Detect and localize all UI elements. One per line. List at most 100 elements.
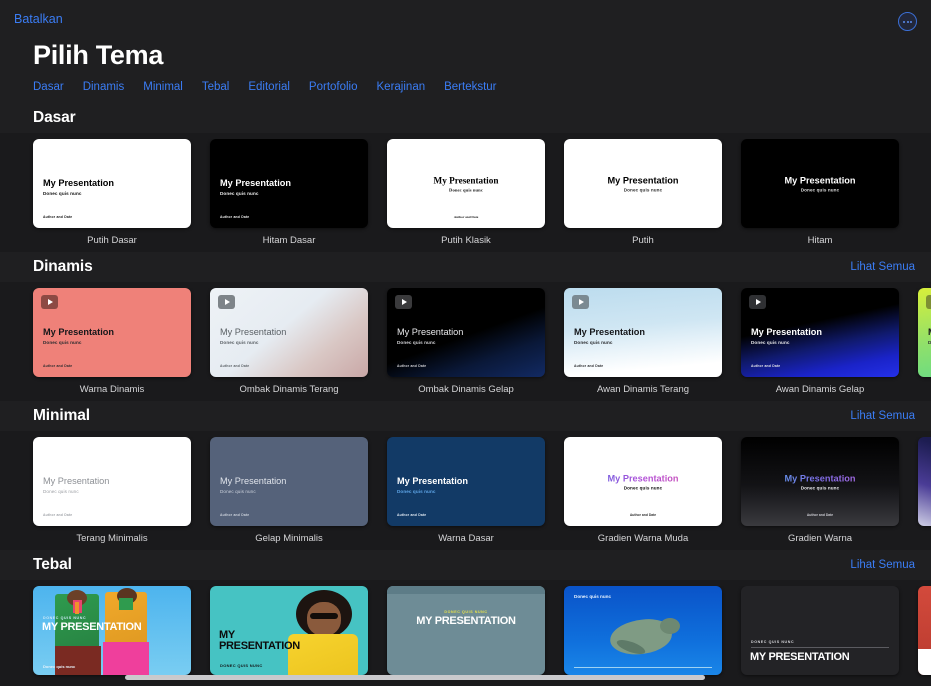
theme-thumbnail: My Presentation Donec quis nunc Author a… [741,288,899,377]
tab-dasar[interactable]: Dasar [33,81,64,93]
theme-card[interactable]: My Presentation Donec quis nunc [918,288,931,384]
slide-subtitle: Donec quis nunc [220,191,358,196]
slide-footer: Author and Date [43,513,72,517]
slide-footer: Author and Date [387,215,545,219]
theme-card[interactable]: MYPRESENTATION DONEC QUIS NUNC [210,586,368,682]
theme-caption: Putih [564,235,722,246]
theme-card[interactable]: DONEC QUIS NUNC MY PRESENTATION [741,586,899,682]
slide-preview: My Presentation Donec quis nunc Author a… [387,139,545,228]
slide-subtitle: Donec quis nunc [220,340,358,345]
theme-row[interactable]: DONEC QUIS NUNC MY PRESENTATION Donec qu… [0,586,931,682]
theme-photo: Donec quis nunc [564,586,722,675]
theme-card[interactable] [918,586,931,682]
slide-subtitle: Donec quis nunc [564,187,722,192]
see-all-link[interactable]: Lihat Semua [850,410,915,422]
slide-text-block: My Presentation Donec quis nunc [43,476,181,494]
theme-card[interactable]: My Presentation Donec quis nunc Author a… [387,139,545,246]
slide-footer: Author and Date [397,364,426,368]
theme-card[interactable]: My Presentation Donec quis nunc Author a… [741,288,899,395]
theme-thumbnail [918,586,931,675]
tab-editorial[interactable]: Editorial [248,81,290,93]
theme-card[interactable]: My Presentation Donec quis nunc Author a… [33,139,191,246]
ellipsis-circle-icon[interactable] [898,12,917,31]
section-dinamis: Dinamis Lihat Semua My Presentation Done… [0,252,931,401]
slide-title: My Presentation [397,327,535,338]
theme-photo: DONEC QUIS NUNC MY PRESENTATION [741,586,899,675]
slide-subtitle: Donec quis nunc [43,340,181,345]
theme-row[interactable]: My Presentation Donec quis nunc Author a… [0,288,931,395]
slide-title: My Presentation [751,327,889,338]
slide-preview: My Presentation Donec quis nunc [918,288,931,377]
tab-minimal[interactable]: Minimal [143,81,183,93]
theme-card[interactable]: DONEC QUIS NUNC MY PRESENTATION Donec qu… [33,586,191,682]
theme-card[interactable]: My Presentation Donec quis nunc Author a… [387,437,545,544]
slide-title: My Presentation [741,473,899,484]
section-row-band: My Presentation Donec quis nunc Author a… [0,133,931,252]
theme-card[interactable]: My Presentation Donec quis nunc Author a… [387,288,545,395]
slide-title: My Presentation [220,178,358,189]
theme-caption: Putih Klasik [387,235,545,246]
theme-thumbnail: My Presentation Donec quis nunc Author a… [741,437,899,526]
theme-card[interactable]: My Presentation Donec quis nunc Author a… [564,437,722,544]
theme-photo: MYPRESENTATION DONEC QUIS NUNC [210,586,368,675]
theme-card[interactable]: My Presentation Donec quis nunc Author a… [33,288,191,395]
theme-card[interactable]: My Presentation Donec quis nunc Author a… [210,437,368,544]
slide-title: My Presentation [43,476,181,487]
theme-caption: Gradien Warna Muda [564,533,722,544]
theme-photo [918,586,931,675]
slide-preview: My Presentation Donec quis nunc Author a… [33,288,191,377]
see-all-link[interactable]: Lihat Semua [850,559,915,571]
slide-text-block: My Presentation Donec quis nunc [220,476,358,494]
cancel-button[interactable]: Batalkan [14,12,63,26]
theme-card[interactable]: Donec quis nunc [564,586,722,682]
slide-kicker: DONEC QUIS NUNC [43,616,86,620]
theme-card[interactable]: My Presentation Donec quis nunc Author a… [564,288,722,395]
theme-thumbnail: My Presentation Donec quis nunc [564,139,722,228]
theme-card[interactable]: My Presentation Donec quis nunc Author a… [210,288,368,395]
theme-thumbnail: Donec quis nunc [564,586,722,675]
section-row-band: My Presentation Donec quis nunc Author a… [0,282,931,401]
horizontal-scrollbar[interactable] [125,675,705,680]
tab-dinamis[interactable]: Dinamis [83,81,125,93]
theme-row[interactable]: My Presentation Donec quis nunc Author a… [0,139,931,246]
theme-caption: Awan Dinamis Gelap [741,384,899,395]
see-all-link[interactable]: Lihat Semua [850,261,915,273]
slide-title: My Presentation [564,473,722,484]
section-tebal: Tebal Lihat Semua [0,550,931,686]
theme-thumbnail: My Presentation Donec quis nunc Author a… [387,437,545,526]
theme-card[interactable]: My Presentation Donec quis nunc Author a… [33,437,191,544]
theme-caption: Ombak Dinamis Terang [210,384,368,395]
slide-preview [918,437,931,526]
header: Pilih Tema Dasar Dinamis Minimal Tebal E… [0,40,931,103]
tab-tebal[interactable]: Tebal [202,81,230,93]
theme-card[interactable]: DONEC QUIS NUNC MY PRESENTATION [387,586,545,682]
theme-card[interactable]: My Presentation Donec quis nunc Putih [564,139,722,246]
section-header: Tebal Lihat Semua [0,550,931,580]
tab-kerajinan[interactable]: Kerajinan [377,81,426,93]
slide-text-block: My Presentation Donec quis nunc [43,327,181,345]
theme-thumbnail: My Presentation Donec quis nunc Author a… [33,288,191,377]
theme-row[interactable]: My Presentation Donec quis nunc Author a… [0,437,931,544]
slide-subtitle: Donec quis nunc [564,485,722,490]
theme-card[interactable]: My Presentation Donec quis nunc Hitam [741,139,899,246]
theme-thumbnail: MYPRESENTATION DONEC QUIS NUNC [210,586,368,675]
theme-card[interactable]: My Presentation Donec quis nunc Author a… [741,437,899,544]
theme-chooser-screen: Batalkan Pilih Tema Dasar Dinamis Minima… [0,0,931,686]
theme-thumbnail: My Presentation Donec quis nunc Author a… [210,139,368,228]
slide-preview: My Presentation Donec quis nunc [564,139,722,228]
theme-card[interactable]: My Presentation Donec quis nunc Author a… [210,139,368,246]
theme-thumbnail [918,437,931,526]
slide-preview: My Presentation Donec quis nunc Author a… [210,288,368,377]
slide-subtitle: DONEC QUIS NUNC [220,663,263,668]
tab-bertekstur[interactable]: Bertekstur [444,81,496,93]
section-header: Minimal Lihat Semua [0,401,931,431]
slide-subtitle: Donec quis nunc [387,187,545,192]
theme-card[interactable] [918,437,931,533]
theme-caption: Gradien Warna [741,533,899,544]
category-tab-bar: Dasar Dinamis Minimal Tebal Editorial Po… [0,70,931,93]
tab-portofolio[interactable]: Portofolio [309,81,358,93]
slide-preview: My Presentation Donec quis nunc Author a… [387,288,545,377]
section-title: Minimal [33,407,90,425]
theme-caption: Ombak Dinamis Gelap [387,384,545,395]
theme-thumbnail: My Presentation Donec quis nunc Author a… [210,288,368,377]
